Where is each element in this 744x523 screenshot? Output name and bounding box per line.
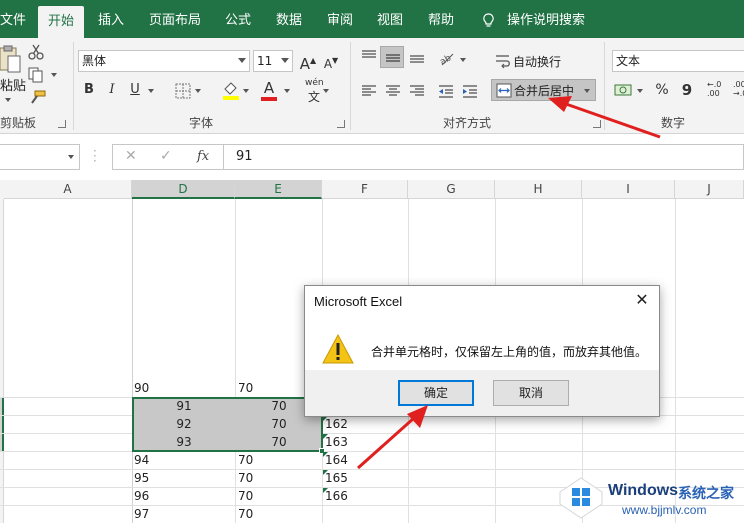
arrow-to-ok-icon — [357, 405, 428, 470]
watermark: Windows 系统之家 www.bjjmlv.com — [556, 474, 744, 523]
watermark-brand: Windows — [608, 482, 679, 499]
watermark-brand-cn: 系统之家 — [678, 486, 734, 502]
annotation-arrows — [357, 96, 661, 470]
windows-logo-icon — [559, 477, 603, 519]
watermark-url: www.bjjmlv.com — [622, 503, 707, 517]
arrow-to-merge-icon — [548, 96, 661, 139]
